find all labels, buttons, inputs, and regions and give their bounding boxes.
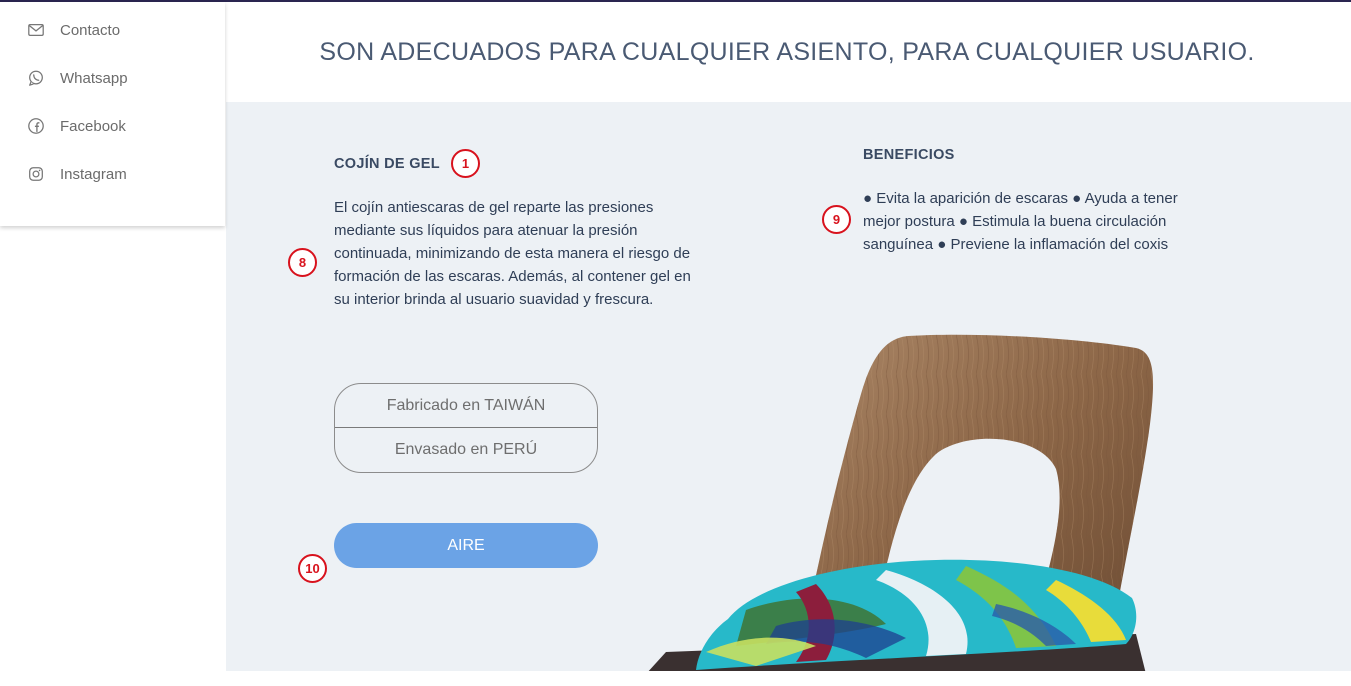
sidebar-item-instagram[interactable]: Instagram: [26, 162, 127, 186]
annotation-marker-10: 10: [298, 554, 327, 583]
aire-button[interactable]: AIRE: [334, 523, 598, 568]
product-panel: COJÍN DE GEL 1 El cojín antiescaras de g…: [226, 102, 1351, 671]
sidebar-item-label: Instagram: [60, 165, 127, 183]
chair-cushion-image: [648, 334, 1154, 671]
sidebar-item-whatsapp[interactable]: Whatsapp: [26, 66, 128, 90]
benefits-title: BENEFICIOS: [863, 147, 955, 163]
annotation-marker-1: 1: [451, 149, 480, 178]
whatsapp-icon: [26, 68, 46, 88]
page-headline: SON ADECUADOS PARA CUALQUIER ASIENTO, PA…: [319, 38, 1255, 66]
contact-sidebar: Contacto Whatsapp Facebook Instagram: [0, 2, 225, 226]
product-description: El cojín antiescaras de gel reparte las …: [334, 199, 691, 308]
benefits-text: ● Evita la aparición de escaras ● Ayuda …: [863, 190, 1178, 253]
made-in-label: Fabricado en TAIWÁN: [335, 384, 597, 428]
sidebar-item-label: Whatsapp: [60, 69, 128, 87]
sidebar-item-label: Contacto: [60, 21, 121, 39]
product-title: COJÍN DE GEL: [334, 156, 440, 172]
facebook-icon: [26, 116, 46, 136]
packed-in-label: Envasado en PERÚ: [394, 440, 538, 458]
instagram-icon: [26, 164, 46, 184]
mail-icon: [26, 20, 46, 40]
annotation-marker-8: 8: [288, 248, 317, 277]
origin-info-box: Fabricado en TAIWÁN Envasado en PERÚ: [334, 383, 598, 473]
annotation-marker-9: 9: [822, 205, 851, 234]
sidebar-item-facebook[interactable]: Facebook: [26, 114, 126, 138]
sidebar-item-label: Facebook: [60, 117, 126, 135]
sidebar-item-contacto[interactable]: Contacto: [26, 18, 120, 42]
